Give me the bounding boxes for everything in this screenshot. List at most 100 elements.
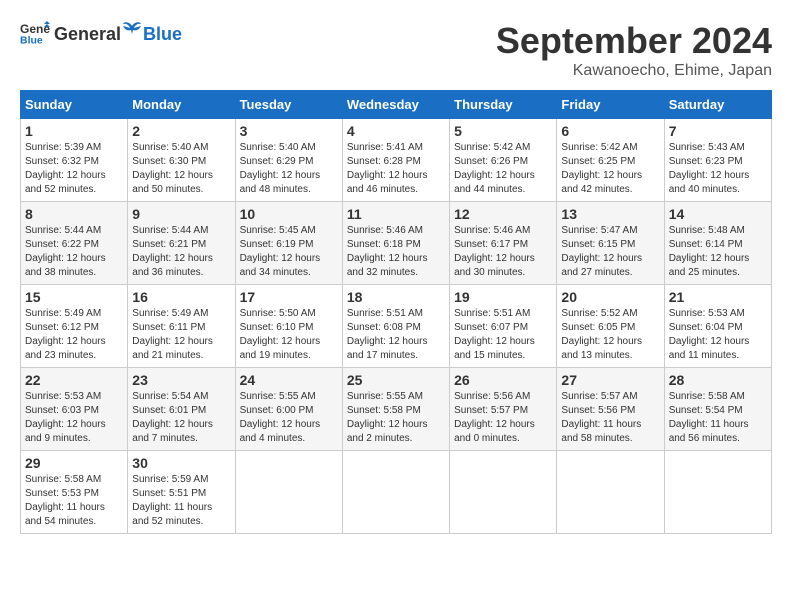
day-info: Sunrise: 5:55 AMSunset: 6:00 PMDaylight:…	[240, 390, 338, 446]
calendar-cell: 10 Sunrise: 5:45 AMSunset: 6:19 PMDayligh…	[235, 202, 342, 285]
day-number: 11	[347, 206, 445, 222]
day-number: 7	[669, 123, 767, 139]
day-info: Sunrise: 5:39 AMSunset: 6:32 PMDaylight:…	[25, 141, 123, 197]
day-number: 13	[561, 206, 659, 222]
month-title: September 2024	[496, 20, 772, 62]
title-area: September 2024 Kawanoecho, Ehime, Japan	[496, 20, 772, 80]
calendar-week-4: 22 Sunrise: 5:53 AMSunset: 6:03 PMDayligh…	[21, 368, 772, 451]
calendar-table: SundayMondayTuesdayWednesdayThursdayFrid…	[20, 90, 772, 534]
day-number: 28	[669, 372, 767, 388]
svg-text:Blue: Blue	[20, 34, 43, 45]
calendar-cell: 16 Sunrise: 5:49 AMSunset: 6:11 PMDayligh…	[128, 285, 235, 368]
calendar-week-1: 1 Sunrise: 5:39 AMSunset: 6:32 PMDaylight…	[21, 119, 772, 202]
day-info: Sunrise: 5:58 AMSunset: 5:53 PMDaylight:…	[25, 473, 123, 529]
calendar-cell: 6 Sunrise: 5:42 AMSunset: 6:25 PMDaylight…	[557, 119, 664, 202]
day-info: Sunrise: 5:40 AMSunset: 6:29 PMDaylight:…	[240, 141, 338, 197]
day-info: Sunrise: 5:51 AMSunset: 6:08 PMDaylight:…	[347, 307, 445, 363]
day-info: Sunrise: 5:46 AMSunset: 6:18 PMDaylight:…	[347, 224, 445, 280]
day-number: 18	[347, 289, 445, 305]
day-info: Sunrise: 5:58 AMSunset: 5:54 PMDaylight:…	[669, 390, 767, 446]
calendar-cell	[235, 451, 342, 534]
day-number: 20	[561, 289, 659, 305]
calendar-cell: 21 Sunrise: 5:53 AMSunset: 6:04 PMDayligh…	[664, 285, 771, 368]
calendar-cell: 30 Sunrise: 5:59 AMSunset: 5:51 PMDayligh…	[128, 451, 235, 534]
calendar-cell: 19 Sunrise: 5:51 AMSunset: 6:07 PMDayligh…	[450, 285, 557, 368]
calendar-cell	[664, 451, 771, 534]
day-header-thursday: Thursday	[450, 91, 557, 119]
calendar-cell: 8Sunrise: 5:44 AMSunset: 6:22 PMDaylight…	[21, 202, 128, 285]
day-info: Sunrise: 5:53 AMSunset: 6:03 PMDaylight:…	[25, 390, 123, 446]
day-number: 21	[669, 289, 767, 305]
day-number: 12	[454, 206, 552, 222]
calendar-cell: 14Sunrise: 5:48 AMSunset: 6:14 PMDayligh…	[664, 202, 771, 285]
day-info: Sunrise: 5:44 AMSunset: 6:21 PMDaylight:…	[132, 224, 230, 280]
day-number: 29	[25, 455, 123, 471]
day-number: 24	[240, 372, 338, 388]
calendar-cell: 28 Sunrise: 5:58 AMSunset: 5:54 PMDayligh…	[664, 368, 771, 451]
day-info: Sunrise: 5:45 AMSunset: 6:19 PMDaylight:…	[240, 224, 338, 280]
calendar-cell: 5 Sunrise: 5:42 AMSunset: 6:26 PMDaylight…	[450, 119, 557, 202]
logo-bird-icon	[122, 20, 142, 40]
day-info: Sunrise: 5:52 AMSunset: 6:05 PMDaylight:…	[561, 307, 659, 363]
day-info: Sunrise: 5:42 AMSunset: 6:26 PMDaylight:…	[454, 141, 552, 197]
day-info: Sunrise: 5:40 AMSunset: 6:30 PMDaylight:…	[132, 141, 230, 197]
day-number: 3	[240, 123, 338, 139]
day-number: 26	[454, 372, 552, 388]
day-number: 2	[132, 123, 230, 139]
day-info: Sunrise: 5:49 AMSunset: 6:12 PMDaylight:…	[25, 307, 123, 363]
calendar-week-5: 29 Sunrise: 5:58 AMSunset: 5:53 PMDayligh…	[21, 451, 772, 534]
calendar-cell	[557, 451, 664, 534]
header-row: SundayMondayTuesdayWednesdayThursdayFrid…	[21, 91, 772, 119]
day-info: Sunrise: 5:43 AMSunset: 6:23 PMDaylight:…	[669, 141, 767, 197]
logo-icon: General Blue	[20, 21, 50, 45]
calendar-cell: 18 Sunrise: 5:51 AMSunset: 6:08 PMDayligh…	[342, 285, 449, 368]
calendar-cell: 2 Sunrise: 5:40 AMSunset: 6:30 PMDaylight…	[128, 119, 235, 202]
logo: General Blue General Blue	[20, 20, 182, 45]
day-number: 22	[25, 372, 123, 388]
calendar-cell: 20 Sunrise: 5:52 AMSunset: 6:05 PMDayligh…	[557, 285, 664, 368]
day-info: Sunrise: 5:49 AMSunset: 6:11 PMDaylight:…	[132, 307, 230, 363]
day-number: 1	[25, 123, 123, 139]
header: General Blue General Blue September 2024…	[20, 20, 772, 80]
day-number: 9	[132, 206, 230, 222]
day-number: 5	[454, 123, 552, 139]
calendar-cell: 23Sunrise: 5:54 AMSunset: 6:01 PMDayligh…	[128, 368, 235, 451]
calendar-cell: 25Sunrise: 5:55 AMSunset: 5:58 PMDayligh…	[342, 368, 449, 451]
logo-blue-text: Blue	[143, 24, 182, 45]
day-info: Sunrise: 5:42 AMSunset: 6:25 PMDaylight:…	[561, 141, 659, 197]
day-info: Sunrise: 5:57 AMSunset: 5:56 PMDaylight:…	[561, 390, 659, 446]
calendar-cell: 12 Sunrise: 5:46 AMSunset: 6:17 PMDayligh…	[450, 202, 557, 285]
calendar-cell: 22 Sunrise: 5:53 AMSunset: 6:03 PMDayligh…	[21, 368, 128, 451]
day-info: Sunrise: 5:53 AMSunset: 6:04 PMDaylight:…	[669, 307, 767, 363]
day-info: Sunrise: 5:46 AMSunset: 6:17 PMDaylight:…	[454, 224, 552, 280]
day-info: Sunrise: 5:47 AMSunset: 6:15 PMDaylight:…	[561, 224, 659, 280]
calendar-cell: 4 Sunrise: 5:41 AMSunset: 6:28 PMDaylight…	[342, 119, 449, 202]
day-number: 6	[561, 123, 659, 139]
logo-general-text: General	[54, 24, 121, 45]
day-info: Sunrise: 5:56 AMSunset: 5:57 PMDaylight:…	[454, 390, 552, 446]
day-number: 4	[347, 123, 445, 139]
day-number: 19	[454, 289, 552, 305]
day-number: 15	[25, 289, 123, 305]
day-info: Sunrise: 5:41 AMSunset: 6:28 PMDaylight:…	[347, 141, 445, 197]
calendar-cell	[342, 451, 449, 534]
calendar-week-2: 8Sunrise: 5:44 AMSunset: 6:22 PMDaylight…	[21, 202, 772, 285]
location-title: Kawanoecho, Ehime, Japan	[496, 62, 772, 80]
calendar-cell: 13 Sunrise: 5:47 AMSunset: 6:15 PMDayligh…	[557, 202, 664, 285]
day-info: Sunrise: 5:59 AMSunset: 5:51 PMDaylight:…	[132, 473, 230, 529]
calendar-cell: 11 Sunrise: 5:46 AMSunset: 6:18 PMDayligh…	[342, 202, 449, 285]
calendar-cell: 24 Sunrise: 5:55 AMSunset: 6:00 PMDayligh…	[235, 368, 342, 451]
calendar-cell: 26 Sunrise: 5:56 AMSunset: 5:57 PMDayligh…	[450, 368, 557, 451]
day-number: 30	[132, 455, 230, 471]
day-info: Sunrise: 5:54 AMSunset: 6:01 PMDaylight:…	[132, 390, 230, 446]
day-number: 17	[240, 289, 338, 305]
day-number: 10	[240, 206, 338, 222]
calendar-week-3: 15 Sunrise: 5:49 AMSunset: 6:12 PMDayligh…	[21, 285, 772, 368]
day-number: 16	[132, 289, 230, 305]
calendar-cell: 29 Sunrise: 5:58 AMSunset: 5:53 PMDayligh…	[21, 451, 128, 534]
day-header-wednesday: Wednesday	[342, 91, 449, 119]
day-info: Sunrise: 5:51 AMSunset: 6:07 PMDaylight:…	[454, 307, 552, 363]
calendar-cell	[450, 451, 557, 534]
day-number: 27	[561, 372, 659, 388]
day-header-monday: Monday	[128, 91, 235, 119]
